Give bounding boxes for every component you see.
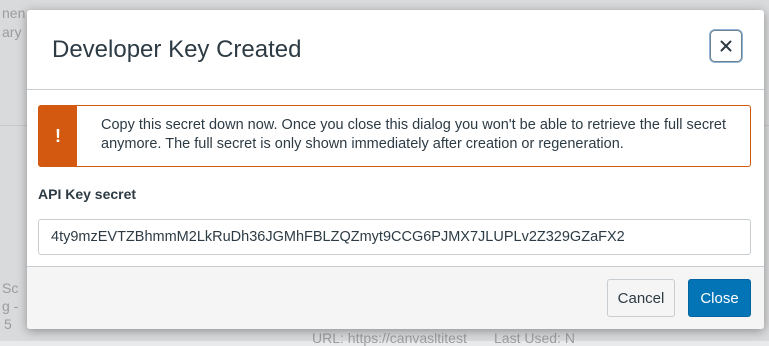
warning-alert: ! Copy this secret down now. Once you cl… [38, 105, 751, 167]
background-text: nen [2, 5, 26, 21]
background-text: Sc [2, 280, 19, 296]
close-button[interactable]: Close [688, 279, 751, 317]
close-icon [720, 40, 732, 52]
api-key-secret-field[interactable]: 4ty9mzEVTZBhmmM2LkRuDh36JGMhFBLZQZmyt9CC… [38, 219, 751, 255]
warning-icon-glyph: ! [55, 125, 61, 146]
background-text: g - [2, 298, 19, 314]
dialog-body: ! Copy this secret down now. Once you cl… [27, 90, 764, 266]
dialog-header: Developer Key Created [27, 10, 764, 90]
background-text: ary [2, 24, 22, 40]
dialog-footer: Cancel Close [27, 266, 764, 329]
background-text: URL: https://canvasltitest [312, 330, 467, 346]
close-dialog-button[interactable] [710, 30, 742, 62]
warning-icon: ! [39, 106, 77, 166]
dialog-title: Developer Key Created [52, 36, 302, 63]
cancel-button[interactable]: Cancel [607, 279, 675, 317]
background-divider [0, 125, 27, 126]
alert-message: Copy this secret down now. Once you clos… [101, 117, 726, 152]
developer-key-dialog: Developer Key Created ! Copy this secret… [27, 10, 764, 329]
background-text: Last Used: N [494, 330, 575, 346]
api-key-secret-label: API Key secret [38, 186, 137, 202]
background-divider [764, 125, 769, 126]
background-text: 5 [4, 316, 12, 332]
